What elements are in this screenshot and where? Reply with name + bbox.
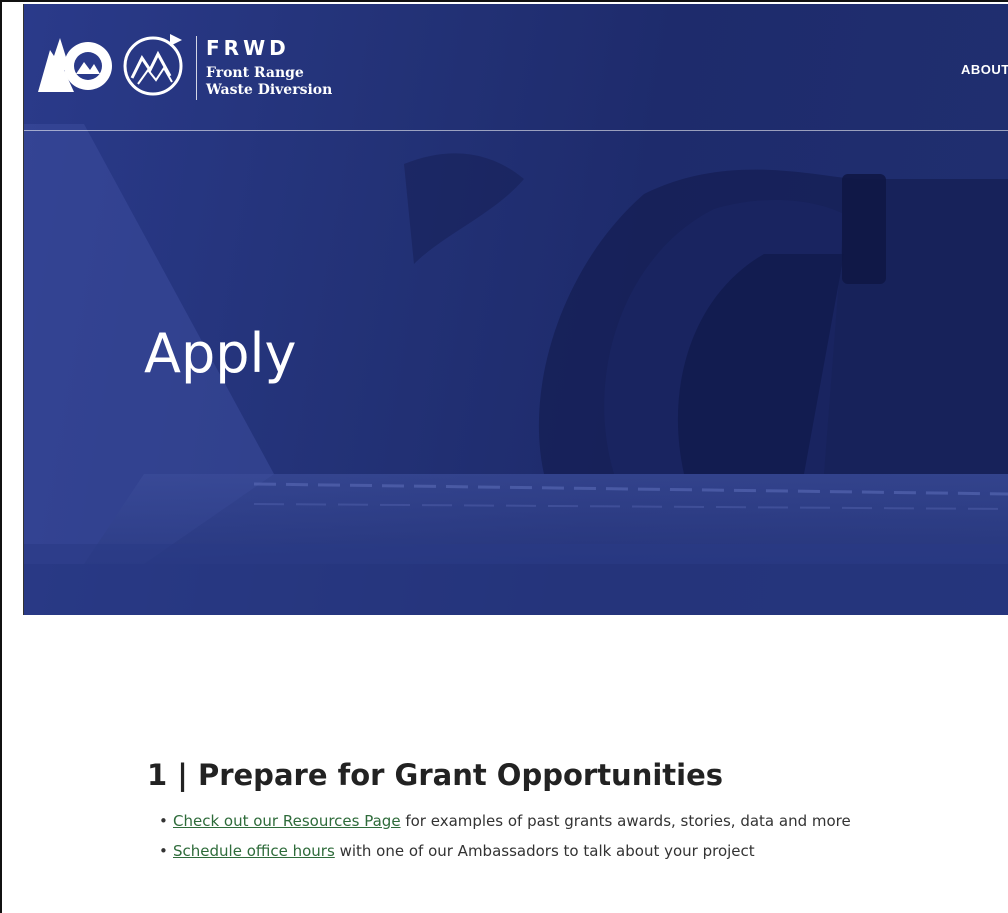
site-header: FRWD Front Range Waste Diversion ABOUT bbox=[24, 4, 1008, 131]
resources-page-link[interactable]: Check out our Resources Page bbox=[173, 812, 401, 830]
list-item-text: with one of our Ambassadors to talk abou… bbox=[334, 842, 755, 860]
hero-banner: FRWD Front Range Waste Diversion ABOUT A… bbox=[23, 4, 1008, 615]
brand-abbreviation[interactable]: FRWD bbox=[206, 36, 290, 60]
frwd-recycle-mountain-icon[interactable] bbox=[120, 30, 190, 100]
brand-name[interactable]: Front Range Waste Diversion bbox=[206, 65, 386, 99]
office-hours-link[interactable]: Schedule office hours bbox=[173, 842, 335, 860]
list-item: • Schedule office hours with one of our … bbox=[159, 841, 851, 871]
brand-name-line1: Front Range bbox=[206, 65, 304, 81]
browser-viewport: FRWD Front Range Waste Diversion ABOUT A… bbox=[0, 0, 1008, 913]
bullet-dot: • bbox=[159, 812, 168, 830]
bullet-dot: • bbox=[159, 842, 168, 860]
colorado-logo-icon[interactable] bbox=[36, 30, 116, 100]
brand-name-line2: Waste Diversion bbox=[206, 82, 333, 98]
bullet-list: • Check out our Resources Page for examp… bbox=[159, 811, 851, 871]
nav-about-link[interactable]: ABOUT bbox=[961, 62, 1008, 77]
logo-divider bbox=[196, 36, 197, 100]
page-title: Apply bbox=[144, 322, 297, 385]
list-item-text: for examples of past grants awards, stor… bbox=[400, 812, 851, 830]
list-item: • Check out our Resources Page for examp… bbox=[159, 811, 851, 841]
section-heading: 1 | Prepare for Grant Opportunities bbox=[147, 758, 724, 792]
main-content: 1 | Prepare for Grant Opportunities • Ch… bbox=[23, 615, 1008, 913]
